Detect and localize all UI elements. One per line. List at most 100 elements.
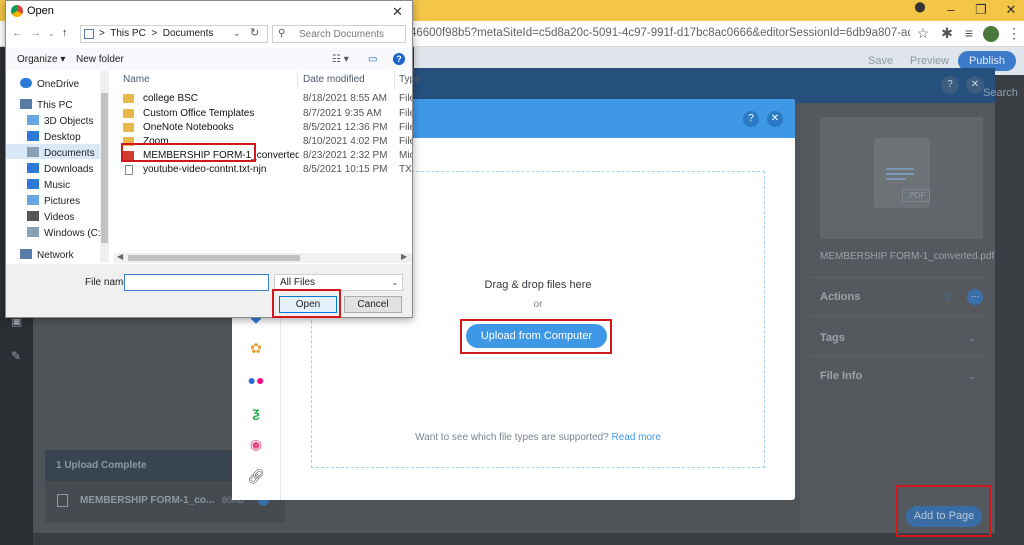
nav-item-this-pc[interactable]: This PC [20, 99, 73, 111]
google-photos-icon[interactable]: ✿ [247, 339, 265, 357]
help-icon[interactable]: ? [743, 111, 759, 127]
file-date: 8/5/2021 12:36 PM [303, 122, 388, 133]
highlight-upload-button [460, 319, 612, 354]
profile-dropdown-icon[interactable]: ⬤ [905, 2, 935, 13]
help-icon[interactable]: ? [393, 53, 405, 65]
scroll-left-icon[interactable]: ◀ [117, 252, 123, 261]
navigation-pane: OneDrive This PC 3D Objects Desktop Docu… [6, 71, 109, 263]
preview-pane-icon[interactable]: ▭ [368, 54, 377, 65]
close-window-button[interactable]: ✕ [996, 2, 1024, 18]
search-input[interactable]: ⚲ Search Documents [272, 25, 406, 43]
cloud-icon [20, 78, 32, 88]
pdf-tag: .PDF [902, 189, 931, 202]
preview-button[interactable]: Preview [910, 55, 949, 67]
close-icon[interactable]: ✕ [392, 4, 403, 20]
view-options-icon[interactable]: ☷ ▾ [332, 54, 349, 65]
back-arrow-icon[interactable]: ← [12, 27, 23, 39]
nav-item-onedrive[interactable]: OneDrive [20, 78, 79, 90]
up-arrow-icon[interactable]: ↑ [62, 27, 68, 39]
recent-dropdown-icon[interactable]: ⌄ [48, 29, 55, 38]
nav-item-downloads[interactable]: Downloads [27, 163, 93, 175]
video-icon [27, 211, 39, 221]
deviantart-icon[interactable]: ƺ [247, 403, 265, 421]
file-date: 8/10/2021 4:02 PM [303, 136, 388, 147]
divider [810, 356, 985, 357]
breadcrumb[interactable]: > This PC > Documents [99, 28, 213, 39]
file-name-input[interactable]: ⌄ [124, 274, 386, 291]
column-header-date[interactable]: Date modified [303, 74, 365, 85]
pin-icon[interactable]: ▯ [945, 291, 951, 302]
cancel-button[interactable]: Cancel [344, 296, 402, 313]
nav-scrollbar-thumb[interactable] [101, 93, 108, 243]
read-more-link[interactable]: Read more [611, 432, 660, 443]
nav-label: 3D Objects [44, 116, 94, 127]
selected-filename: MEMBERSHIP FORM-1_converted.pdf [820, 251, 995, 262]
file-name: OneNote Notebooks [143, 122, 234, 133]
file-date: 8/18/2021 8:55 AM [303, 93, 387, 104]
picture-icon [27, 195, 39, 205]
pdf-line-3 [886, 178, 906, 180]
mm-search-label[interactable]: Search [983, 87, 1018, 99]
dribbble-icon[interactable]: ◉ [247, 435, 265, 453]
file-name: college BSC [143, 93, 199, 104]
nav-item-network[interactable]: Network [20, 249, 74, 261]
nav-label: Desktop [44, 132, 81, 143]
file-date: 8/23/2021 2:32 PM [303, 150, 388, 161]
nav-item-3d-objects[interactable]: 3D Objects [27, 115, 93, 127]
profile-avatar-icon[interactable] [983, 26, 999, 42]
file-row[interactable]: college BSC 8/18/2021 8:55 AM File fo [114, 92, 412, 106]
link-icon[interactable]: 🔗︎ [247, 467, 265, 485]
breadcrumb-documents[interactable]: Documents [163, 28, 214, 39]
tags-heading[interactable]: Tags [820, 332, 845, 344]
upload-status-title: 1 Upload Complete [56, 460, 147, 471]
nav-item-documents[interactable]: Documents [27, 147, 95, 159]
chevron-down-icon[interactable]: ⌄ [391, 277, 399, 288]
horizontal-scrollbar-thumb[interactable] [128, 255, 300, 261]
nav-item-videos[interactable]: Videos [27, 211, 74, 223]
nav-item-pictures[interactable]: Pictures [27, 195, 80, 207]
url-text[interactable]: 46600f98b5?metaSiteId=c5d8a20c-5091-4c97… [410, 27, 910, 39]
refresh-icon[interactable]: ↻ [250, 26, 259, 39]
column-header-name[interactable]: Name [123, 74, 150, 85]
new-folder-button[interactable]: New folder [76, 54, 124, 65]
chrome-logo-icon [11, 5, 23, 17]
nav-item-desktop[interactable]: Desktop [27, 131, 81, 143]
actions-heading[interactable]: Actions [820, 291, 860, 303]
path-bar[interactable]: > This PC > Documents ⌄ [80, 25, 268, 43]
supported-question: Want to see which file types are support… [415, 432, 609, 443]
nav-scrollbar[interactable] [100, 71, 109, 263]
breadcrumb-this-pc[interactable]: This PC [110, 28, 146, 39]
minimize-button[interactable]: – [936, 2, 966, 17]
nav-label: Documents [44, 148, 95, 159]
nav-item-music[interactable]: Music [27, 179, 70, 191]
media-manager-header: ? ✕ [413, 68, 995, 103]
chevron-down-icon[interactable]: ⌄ [968, 371, 976, 382]
bookmark-star-icon[interactable]: ☆ [914, 25, 932, 42]
computer-icon [20, 99, 32, 109]
nav-item-windows-c[interactable]: Windows (C:) [27, 227, 104, 239]
menu-kebab-icon[interactable]: ⋮ [1005, 25, 1023, 42]
column-header-type[interactable]: Type [399, 74, 421, 85]
file-row[interactable]: Custom Office Templates 8/7/2021 9:35 AM… [114, 107, 412, 121]
network-icon [20, 249, 32, 259]
pc-icon [84, 29, 94, 39]
file-row[interactable]: youtube-video-contnt.txt-njn 8/5/2021 10… [114, 163, 412, 177]
organize-button[interactable]: Organize ▾ [17, 54, 65, 65]
forward-arrow-icon[interactable]: → [30, 27, 41, 39]
close-icon[interactable]: ✕ [767, 111, 783, 127]
extensions-icon[interactable]: ✱ [938, 25, 956, 42]
chevron-down-icon[interactable]: ⌄ [968, 333, 976, 344]
pen-icon[interactable]: ✎ [11, 349, 25, 363]
mm-close-button[interactable]: ✕ [966, 76, 984, 94]
file-row[interactable]: OneNote Notebooks 8/5/2021 12:36 PM File… [114, 121, 412, 135]
flickr-icon[interactable]: ●● [247, 371, 265, 389]
scroll-right-icon[interactable]: ▶ [401, 252, 407, 261]
more-actions-icon[interactable]: ··· [967, 289, 983, 305]
save-button[interactable]: Save [868, 55, 893, 67]
chevron-down-icon[interactable]: ⌄ [233, 28, 241, 39]
reading-list-icon[interactable]: ≡ [960, 25, 978, 41]
mm-help-button[interactable]: ? [941, 76, 959, 94]
restore-button[interactable]: ❐ [966, 2, 996, 18]
file-info-heading[interactable]: File Info [820, 370, 862, 382]
horizontal-scrollbar[interactable]: ◀ ▶ [114, 252, 412, 263]
